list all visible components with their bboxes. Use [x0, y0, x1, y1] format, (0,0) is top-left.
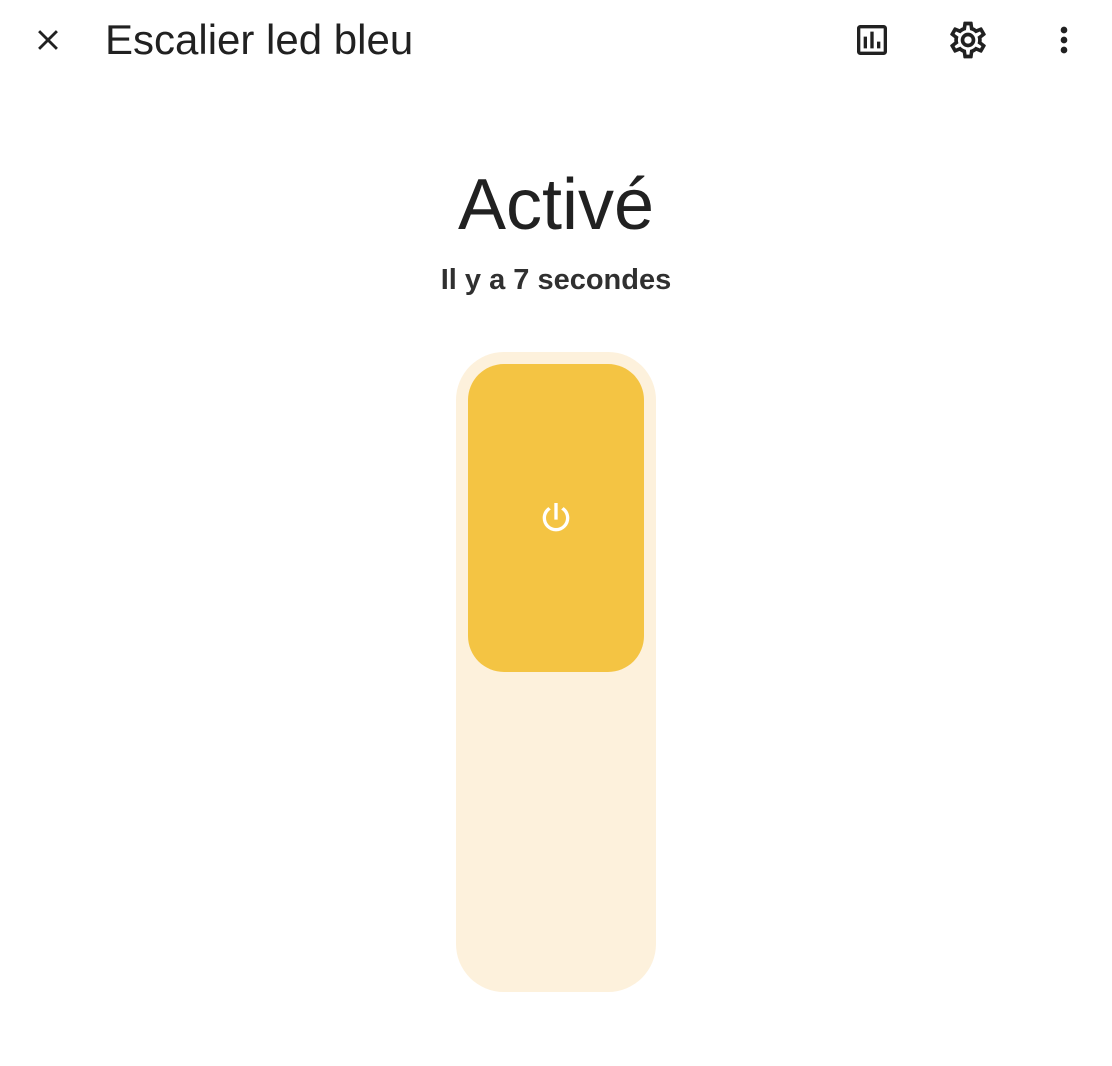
close-button[interactable] [16, 8, 80, 72]
toggle-thumb [468, 364, 644, 672]
chart-box-icon [857, 25, 887, 55]
dialog-title: Escalier led bleu [105, 16, 414, 63]
dots-vertical-icon [1060, 26, 1068, 54]
settings-button[interactable] [936, 8, 1000, 72]
gear-icon [950, 21, 986, 59]
close-icon [38, 30, 58, 50]
power-icon [542, 503, 570, 532]
more-options-button[interactable] [1032, 8, 1096, 72]
history-button[interactable] [840, 8, 904, 72]
power-toggle[interactable] [456, 352, 656, 992]
dialog-header: Escalier led bleu [0, 0, 1112, 80]
entity-state: Activé [457, 165, 655, 245]
last-changed-time: Il y a 7 secondes [440, 264, 672, 296]
